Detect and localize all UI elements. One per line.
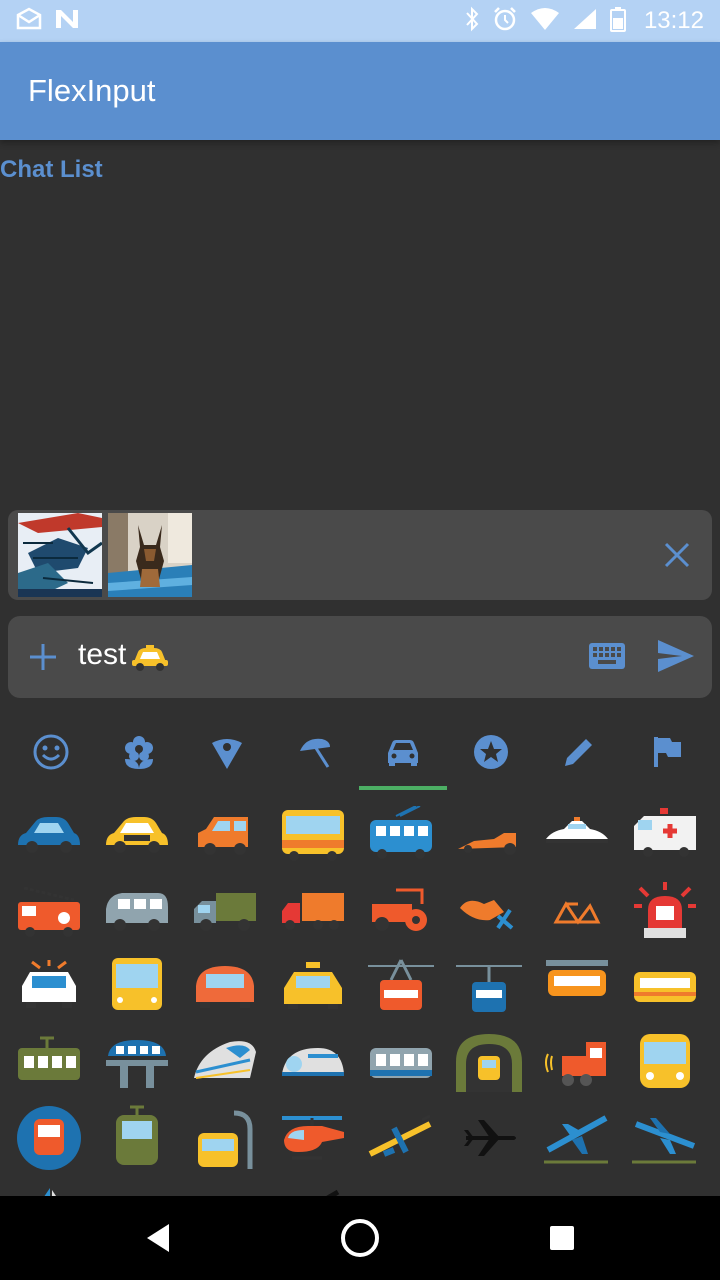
clock: 13:12	[643, 7, 704, 34]
navigation-bar	[0, 1196, 720, 1280]
umbrella-icon	[300, 738, 330, 768]
helicopter-emoji[interactable]	[269, 1100, 357, 1176]
locomotive-emoji[interactable]	[533, 1024, 621, 1100]
battery-icon	[609, 6, 626, 36]
sailboat-emoji[interactable]	[5, 1176, 93, 1196]
place-icon	[212, 739, 242, 769]
airplane-arrival-emoji[interactable]	[621, 1100, 709, 1176]
bicycle-emoji[interactable]	[533, 872, 621, 948]
suspension-railway-emoji[interactable]	[533, 948, 621, 1024]
close-attachments-button[interactable]	[662, 540, 692, 570]
tunnel-train-emoji[interactable]	[445, 1024, 533, 1100]
metro-emoji[interactable]	[5, 1100, 93, 1176]
train-emoji[interactable]	[621, 1024, 709, 1100]
small-airplane-emoji[interactable]	[357, 1100, 445, 1176]
oncoming-bus-emoji[interactable]	[93, 948, 181, 1024]
railway-car-emoji[interactable]	[621, 948, 709, 1024]
tab-flags[interactable]	[622, 714, 712, 790]
taxi-emoji-inline	[130, 644, 170, 676]
monorail-emoji[interactable]	[93, 1024, 181, 1100]
tab-transport[interactable]	[358, 714, 448, 790]
airplane-departure-emoji[interactable]	[533, 1100, 621, 1176]
minibus-emoji[interactable]	[93, 872, 181, 948]
bullet-train-emoji[interactable]	[181, 1024, 269, 1100]
back-icon	[147, 1224, 169, 1252]
oncoming-police-car-emoji[interactable]	[5, 948, 93, 1024]
close-icon	[664, 542, 690, 568]
aerial-tramway-emoji[interactable]	[357, 948, 445, 1024]
tram-emoji[interactable]	[93, 1100, 181, 1176]
flag-icon	[654, 737, 681, 767]
delivery-truck-emoji[interactable]	[181, 872, 269, 948]
satellite-emoji[interactable]	[533, 1176, 621, 1196]
articulated-lorry-emoji[interactable]	[269, 872, 357, 948]
ambulance-emoji[interactable]	[621, 796, 709, 872]
bus-emoji[interactable]	[269, 796, 357, 872]
ship-emoji[interactable]	[357, 1176, 445, 1196]
back-button[interactable]	[134, 1214, 182, 1262]
tab-activities[interactable]	[270, 714, 360, 790]
pencil-icon	[565, 739, 592, 766]
tab-symbols[interactable]	[446, 714, 536, 790]
attachment-preview-panel	[8, 510, 712, 600]
crane-emoji[interactable]	[269, 1176, 357, 1196]
car-emoji[interactable]	[5, 796, 93, 872]
send-button[interactable]	[656, 638, 696, 678]
speedboat-emoji[interactable]	[93, 1176, 181, 1196]
light-rail-emoji[interactable]	[357, 1024, 445, 1100]
tab-objects[interactable]	[534, 714, 624, 790]
emoji-category-bar	[0, 714, 720, 792]
selected-category-indicator	[359, 786, 447, 790]
dog-photo-thumbnail[interactable]	[108, 513, 192, 597]
notification-n-icon	[54, 8, 80, 34]
app-bar: FlexInput	[0, 42, 720, 140]
add-button[interactable]	[26, 640, 60, 674]
oncoming-car-emoji[interactable]	[181, 948, 269, 1024]
airplane-emoji[interactable]	[445, 1100, 533, 1176]
tab-nature[interactable]	[94, 714, 184, 790]
message-input-row: test	[8, 616, 712, 698]
drawing-thumbnail[interactable]	[18, 513, 102, 597]
tram-car-emoji[interactable]	[5, 1024, 93, 1100]
send-icon	[658, 640, 694, 672]
suv-emoji[interactable]	[181, 796, 269, 872]
mail-icon	[16, 7, 42, 35]
smiley-icon	[33, 734, 69, 770]
status-bar: 13:12	[0, 0, 720, 42]
police-car-side-emoji[interactable]	[533, 796, 621, 872]
taxi-emoji[interactable]	[93, 796, 181, 872]
keyboard-button[interactable]	[588, 642, 626, 674]
car-icon	[388, 740, 418, 766]
rocket-emoji[interactable]	[445, 1176, 533, 1196]
trolleybus-emoji[interactable]	[357, 796, 445, 872]
scooter-emoji[interactable]	[445, 872, 533, 948]
mountain-cableway-emoji[interactable]	[445, 948, 533, 1024]
tab-smileys[interactable]	[6, 714, 96, 790]
message-input[interactable]: test	[78, 638, 126, 672]
signal-icon	[572, 7, 598, 35]
emoji-grid	[0, 796, 720, 1196]
chat-list-label: Chat List	[0, 156, 103, 183]
home-icon	[341, 1219, 379, 1257]
plus-icon	[30, 644, 56, 670]
tab-places[interactable]	[182, 714, 272, 790]
star-icon	[474, 735, 508, 769]
flower-icon	[125, 736, 153, 769]
recents-button[interactable]	[538, 1214, 586, 1262]
app-title: FlexInput	[28, 73, 156, 108]
tractor-emoji[interactable]	[357, 872, 445, 948]
police-light-emoji[interactable]	[621, 872, 709, 948]
recents-icon	[550, 1226, 574, 1250]
seat-emoji[interactable]	[621, 1176, 709, 1196]
high-speed-train-emoji[interactable]	[269, 1024, 357, 1100]
station-emoji[interactable]	[181, 1100, 269, 1176]
wifi-icon	[530, 7, 560, 35]
alarm-icon	[492, 6, 518, 36]
home-button[interactable]	[336, 1214, 384, 1262]
keyboard-icon	[589, 643, 625, 669]
bluetooth-icon	[464, 6, 480, 36]
fire-engine-emoji[interactable]	[5, 872, 93, 948]
race-car-emoji[interactable]	[445, 796, 533, 872]
oncoming-taxi-emoji[interactable]	[269, 948, 357, 1024]
